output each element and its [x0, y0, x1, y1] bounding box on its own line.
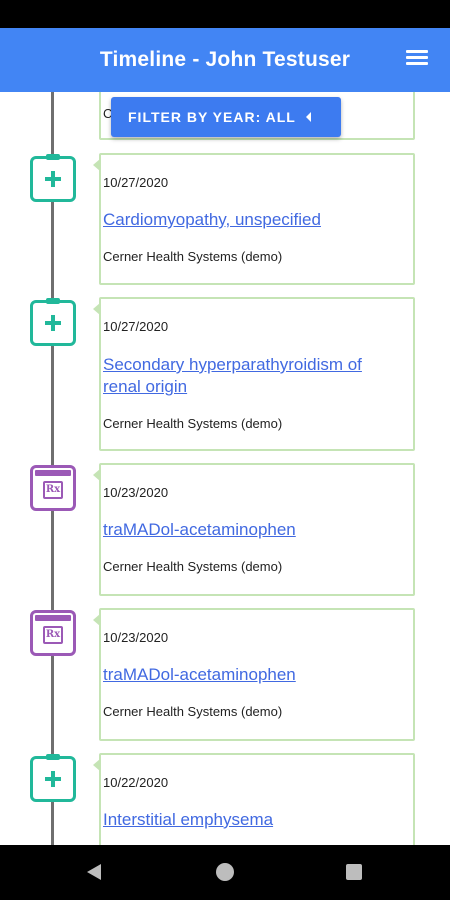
clipboard-plus-icon [30, 754, 76, 802]
event-source: Cerner Health Systems (demo) [103, 559, 283, 574]
clipboard-plus-icon [30, 298, 76, 346]
home-icon[interactable] [216, 863, 234, 881]
event-source: Cerner Health Systems (demo) [103, 249, 283, 264]
navigation-bar [0, 845, 450, 900]
timeline-card: 10/23/2020 traMADol-acetaminophen Cerner… [93, 463, 415, 596]
timeline-card: 10/22/2020 Interstitial emphysema [93, 753, 415, 845]
back-icon[interactable] [87, 864, 101, 880]
timeline-card: 10/27/2020 Secondary hyperparathyroidism… [93, 297, 415, 451]
event-title-link[interactable]: traMADol-acetaminophen [103, 664, 395, 686]
prescription-bottle-icon: Rx [30, 610, 76, 656]
event-source: Cerner Health Systems (demo) [103, 704, 283, 719]
filter-label: FILTER BY YEAR: ALL [128, 109, 296, 125]
event-title-link[interactable]: Interstitial emphysema [103, 809, 395, 831]
timeline-content[interactable]: C FILTER BY YEAR: ALL 10/27/2020 Cardiom… [0, 92, 450, 845]
event-title-link[interactable]: Secondary hyperparathyroidism of renal o… [103, 354, 395, 398]
event-date: 10/23/2020 [103, 630, 169, 645]
page-title: Timeline - John Testuser [99, 48, 351, 71]
status-bar [0, 0, 450, 28]
event-date: 10/27/2020 [103, 175, 169, 190]
caret-left-icon [305, 112, 311, 122]
screen: Timeline - John Testuser C FILTER BY YEA… [0, 0, 450, 900]
event-title-link[interactable]: Cardiomyopathy, unspecified [103, 209, 395, 231]
filter-by-year-button[interactable]: FILTER BY YEAR: ALL [111, 97, 341, 137]
event-date: 10/23/2020 [103, 485, 169, 500]
event-source: Cerner Health Systems (demo) [103, 416, 283, 431]
event-title-link[interactable]: traMADol-acetaminophen [103, 519, 395, 541]
recents-icon[interactable] [346, 864, 362, 880]
event-date: 10/22/2020 [103, 775, 169, 790]
timeline-card: 10/27/2020 Cardiomyopathy, unspecified C… [93, 153, 415, 285]
clipboard-plus-icon [30, 154, 76, 202]
prescription-bottle-icon: Rx [30, 465, 76, 511]
event-date: 10/27/2020 [103, 319, 169, 334]
timeline-card: 10/23/2020 traMADol-acetaminophen Cerner… [93, 608, 415, 741]
menu-icon[interactable] [406, 50, 430, 68]
app-header: Timeline - John Testuser [0, 28, 450, 92]
